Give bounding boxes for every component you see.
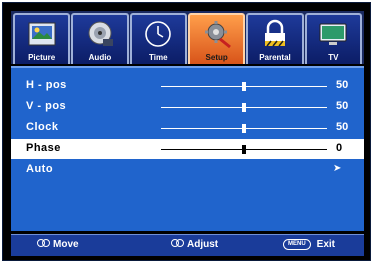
help-move-label: Move [53, 239, 79, 250]
slider-thumb[interactable] [242, 124, 246, 133]
setting-value: 50 [336, 121, 349, 133]
slider-thumb[interactable] [242, 82, 246, 91]
clock-icon [145, 21, 172, 47]
tab-picture[interactable]: Picture [13, 13, 71, 64]
setting-row-clock[interactable]: Clock 50 [11, 118, 364, 138]
help-adjust-label: Adjust [187, 239, 219, 250]
tv-icon [319, 23, 347, 45]
tab-label: Parental [259, 53, 291, 62]
setting-value: 0 [336, 142, 343, 154]
menu-key-icon: MENU [283, 239, 311, 250]
setting-row-phase[interactable]: Phase 0 [11, 139, 364, 159]
tab-label: Audio [88, 53, 112, 62]
setting-value: 50 [336, 79, 349, 91]
lock-icon [264, 19, 285, 47]
help-exit-label: Exit [316, 239, 336, 250]
help-adjust: Adjust [171, 239, 218, 250]
tab-time[interactable]: Time [129, 13, 187, 64]
tab-parental[interactable]: Parental [246, 13, 304, 64]
setting-label: V - pos [26, 100, 67, 112]
tab-label: Time [149, 53, 168, 62]
setting-label: Clock [26, 121, 59, 133]
setting-label: Phase [26, 142, 61, 154]
setting-row-auto[interactable]: Auto ➤ [11, 160, 364, 180]
setting-row-h-pos[interactable]: H - pos 50 [11, 76, 364, 96]
setting-label: H - pos [26, 79, 67, 91]
help-exit: MENU Exit [283, 239, 335, 250]
up-down-arrows-icon [37, 239, 50, 250]
audio-icon [88, 21, 113, 46]
tab-bar: Picture Audio Time Setup Parental TV [11, 11, 364, 64]
help-bar: Move Adjust MENU Exit [11, 234, 364, 256]
help-move: Move [37, 239, 79, 250]
picture-icon [28, 22, 56, 46]
left-right-arrows-icon [171, 239, 184, 250]
tab-tv[interactable]: TV [304, 13, 362, 64]
setting-label: Auto [26, 163, 54, 175]
tab-setup[interactable]: Setup [187, 13, 246, 64]
settings-panel: H - pos 50 V - pos 50 Clock 50 Phase 0 A… [11, 66, 364, 231]
arrow-right-icon[interactable]: ➤ [333, 163, 341, 174]
setting-row-v-pos[interactable]: V - pos 50 [11, 97, 364, 117]
setting-value: 50 [336, 100, 349, 112]
osd-menu: Picture Audio Time Setup Parental TV H -… [2, 2, 371, 261]
tab-audio[interactable]: Audio [71, 13, 129, 64]
tab-label: TV [328, 53, 339, 62]
slider-thumb[interactable] [242, 103, 246, 112]
slider-thumb[interactable] [242, 145, 246, 154]
tab-label: Setup [205, 53, 228, 62]
tab-label: Picture [28, 53, 56, 62]
setup-gear-icon [204, 21, 231, 49]
